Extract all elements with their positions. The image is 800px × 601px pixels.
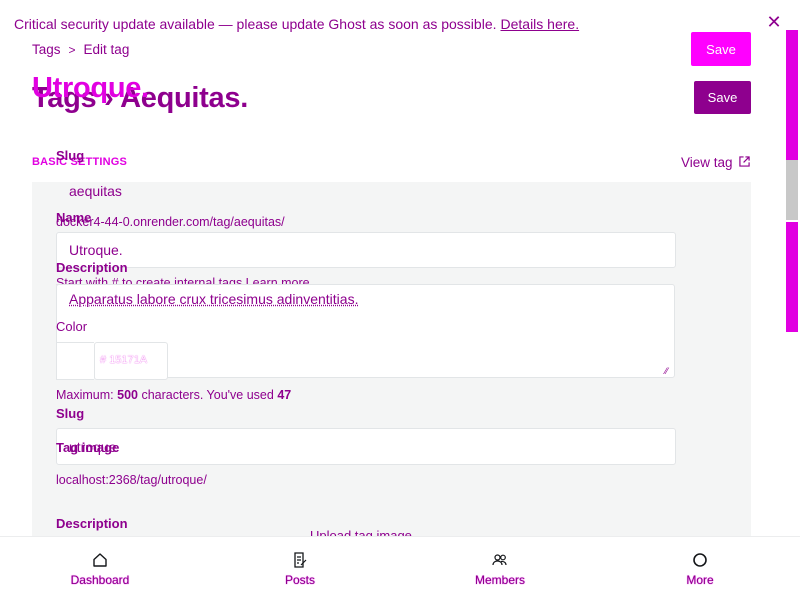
slug-field[interactable] bbox=[56, 428, 676, 465]
breadcrumb-current: Edit tag bbox=[83, 42, 130, 57]
external-link-icon bbox=[736, 156, 750, 170]
page-title-overlay: Utroque. bbox=[32, 72, 149, 104]
description-value: Apparatus labore crux tricesimus adinven… bbox=[69, 291, 359, 307]
nav-more-label: More bbox=[686, 573, 714, 587]
character-count-used: 47 bbox=[277, 388, 292, 402]
color-hex-value: # 15171A bbox=[100, 354, 148, 366]
tag-image-label: Tag image bbox=[56, 440, 120, 455]
banner-message: Critical security update available — ple… bbox=[14, 16, 497, 32]
slug-value-top: aequitas bbox=[69, 183, 122, 199]
save-button-secondary[interactable]: Save bbox=[694, 81, 751, 114]
breadcrumb-separator: > bbox=[68, 43, 76, 57]
character-count-middle: characters. You've used bbox=[141, 388, 274, 402]
posts-icon bbox=[291, 551, 309, 569]
character-count-max: 500 bbox=[117, 388, 138, 402]
character-count: Maximum: 500 characters. You've used 47 bbox=[56, 388, 291, 402]
nav-posts-label: Posts bbox=[284, 573, 315, 587]
resize-handle-icon[interactable]: ⁄⁄ bbox=[665, 366, 675, 376]
color-hex-text: 15171A bbox=[109, 354, 148, 366]
color-swatch[interactable] bbox=[56, 342, 94, 380]
tag-url: localhost:2368/tag/utroque/ bbox=[56, 473, 207, 487]
slug-label: Slug bbox=[56, 406, 85, 421]
description-label: Description bbox=[56, 516, 128, 531]
nav-dashboard-label: Dashboard bbox=[70, 573, 130, 587]
nav-posts[interactable]: Posts bbox=[240, 537, 360, 601]
nav-dashboard[interactable]: Dashboard bbox=[40, 537, 160, 601]
tag-url-top: docker4-44-0.onrender.com/tag/aequitas/ bbox=[56, 215, 285, 229]
breadcrumb-tags-link[interactable]: Tags bbox=[32, 42, 61, 57]
view-tag-label: View tag bbox=[681, 155, 733, 170]
character-count-prefix: Maximum: bbox=[56, 388, 114, 402]
description-label-top: Description bbox=[56, 260, 128, 275]
close-icon[interactable]: ✕ bbox=[764, 12, 784, 32]
save-button[interactable]: Save bbox=[691, 32, 751, 66]
more-icon bbox=[691, 551, 709, 569]
members-icon bbox=[491, 551, 509, 569]
bottom-nav: Dashboard Posts Members More bbox=[0, 536, 800, 601]
scrollbar-thumb-tertiary[interactable] bbox=[786, 222, 798, 332]
nav-more[interactable]: More bbox=[640, 537, 760, 601]
color-label: Color bbox=[56, 319, 88, 334]
nav-members[interactable]: Members bbox=[440, 537, 560, 601]
breadcrumb: Tags > Edit tag bbox=[32, 42, 129, 57]
slug-label-top: Slug bbox=[56, 148, 85, 163]
scrollbar-thumb-secondary[interactable] bbox=[786, 160, 798, 220]
nav-members-label: Members bbox=[474, 573, 525, 587]
scrollbar-thumb[interactable] bbox=[786, 30, 798, 160]
banner-details-link[interactable]: Details here. bbox=[501, 16, 580, 32]
update-banner: Critical security update available — ple… bbox=[14, 16, 579, 32]
home-icon bbox=[91, 551, 109, 569]
name-field[interactable] bbox=[56, 232, 676, 268]
view-tag-link[interactable]: View tag bbox=[681, 155, 750, 170]
